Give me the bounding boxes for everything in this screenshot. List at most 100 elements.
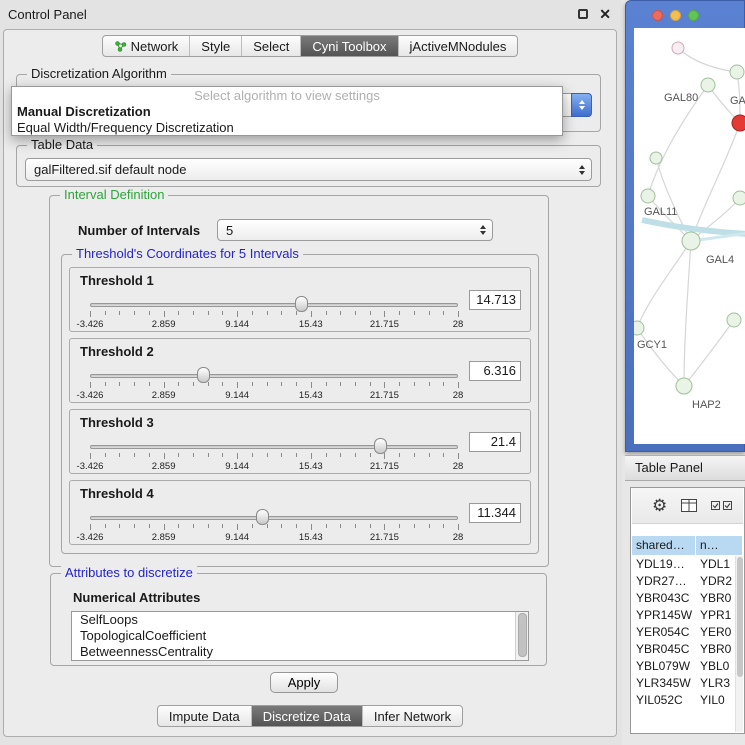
table-row[interactable]: YDL19…YDL1 (632, 556, 735, 573)
settings-gear-icon[interactable]: ⚙ (652, 496, 667, 516)
scrollbar-thumb[interactable] (518, 613, 527, 657)
list-item-topologicalcoefficient[interactable]: TopologicalCoefficient (72, 628, 528, 644)
list-item-selfloops[interactable]: SelfLoops (72, 612, 528, 628)
float-window-icon[interactable] (578, 9, 588, 19)
slider-thumb[interactable] (256, 509, 269, 525)
slider-tick (370, 382, 371, 386)
table-row[interactable]: YPR145WYPR1 (632, 607, 735, 624)
table-row[interactable]: YBL079WYBL0 (632, 658, 735, 675)
slider-scale-label: 15.43 (299, 532, 323, 543)
list-item-betweennesscentrality[interactable]: BetweennessCentrality (72, 644, 528, 660)
network-edge[interactable] (691, 123, 740, 241)
threshold-slider[interactable]: -3.4262.8599.14415.4321.71528 (90, 365, 458, 401)
table-data-select[interactable]: galFiltered.sif default node (25, 158, 592, 181)
network-edge[interactable] (678, 48, 737, 72)
tab-label: Select (253, 39, 289, 54)
table-cell: YDL19… (632, 556, 696, 573)
close-button[interactable] (652, 10, 663, 21)
slider-tick (370, 453, 371, 457)
number-of-intervals-select[interactable]: 5 (217, 219, 493, 241)
threshold-value-field[interactable]: 14.713 (469, 290, 521, 310)
network-node-selected-red[interactable] (732, 115, 745, 131)
threshold-value-field[interactable]: 6.316 (469, 361, 521, 381)
slider-thumb[interactable] (197, 367, 210, 383)
network-edge[interactable] (684, 320, 734, 386)
slider-tick (90, 311, 91, 317)
tab-label: Network (131, 39, 179, 54)
threshold-value-field[interactable]: 21.4 (469, 432, 521, 452)
network-node[interactable] (733, 191, 745, 205)
table-columns-icon[interactable] (681, 499, 697, 512)
minimize-button[interactable] (670, 10, 681, 21)
tab-select[interactable]: Select (241, 36, 300, 56)
column-header[interactable]: n… (696, 535, 743, 556)
table-row[interactable]: YER054CYER0 (632, 624, 735, 641)
scrollbar-thumb[interactable] (737, 557, 743, 677)
close-icon[interactable]: ✕ (599, 6, 611, 23)
zoom-button[interactable] (688, 10, 699, 21)
slider-tick (193, 311, 194, 315)
network-node[interactable] (727, 313, 741, 327)
dropdown-option-equal-width-frequency-discretization[interactable]: Equal Width/Frequency Discretization (12, 120, 562, 136)
network-edge[interactable] (684, 241, 691, 386)
slider-tick (134, 311, 135, 315)
table-cell: YDR27… (632, 573, 696, 590)
threshold-value-field[interactable]: 11.344 (469, 503, 521, 523)
network-graph: GAL80GAGAL11GAL4GCY1HAP2 (634, 28, 745, 444)
column-header[interactable]: shared… (632, 535, 696, 556)
table-row[interactable]: YIL052CYIL0 (632, 692, 735, 709)
slider-thumb[interactable] (295, 296, 308, 312)
slider-scale-label: 9.144 (225, 319, 249, 330)
tab-jactivemnodules[interactable]: jActiveMNodules (398, 36, 518, 56)
network-edge[interactable] (637, 241, 691, 328)
table-scrollbar[interactable] (735, 556, 743, 732)
network-edge[interactable] (637, 328, 684, 386)
node-label: GCY1 (637, 339, 667, 351)
dropdown-option-manual-discretization[interactable]: Manual Discretization (12, 104, 562, 120)
table-cell: YPR1 (696, 607, 735, 624)
slider-tick (429, 524, 430, 528)
slider-tick (414, 524, 415, 528)
slider-tick (326, 453, 327, 457)
network-node[interactable] (641, 189, 655, 203)
tab-discretize-data[interactable]: Discretize Data (251, 706, 362, 726)
tab-style[interactable]: Style (189, 36, 241, 56)
threshold-panel-2: Threshold 2-3.4262.8599.14415.4321.71528… (69, 338, 531, 403)
network-node[interactable] (672, 42, 684, 54)
network-node[interactable] (682, 232, 700, 250)
list-scrollbar[interactable] (515, 612, 528, 660)
threshold-slider[interactable]: -3.4262.8599.14415.4321.71528 (90, 436, 458, 472)
network-node[interactable] (701, 78, 715, 92)
slider-tick (443, 453, 444, 457)
slider-tick (355, 453, 356, 457)
slider-tick (458, 382, 459, 388)
network-canvas[interactable]: GAL80GAGAL11GAL4GCY1HAP2 (634, 28, 745, 444)
table-row[interactable]: YBR043CYBR0 (632, 590, 735, 607)
group-title-discretization-algorithm: Discretization Algorithm (27, 66, 171, 81)
tab-impute-data[interactable]: Impute Data (158, 706, 251, 726)
tab-cyni-toolbox[interactable]: Cyni Toolbox (300, 36, 397, 56)
numerical-attributes-label: Numerical Attributes (73, 590, 200, 605)
tab-infer-network[interactable]: Infer Network (362, 706, 462, 726)
slider-tick (252, 382, 253, 386)
show-columns-icon[interactable] (711, 501, 732, 510)
table-cell: YBR043C (632, 590, 696, 607)
network-node[interactable] (650, 152, 662, 164)
numerical-attributes-list[interactable]: SelfLoopsTopologicalCoefficientBetweenne… (71, 611, 529, 661)
slider-tick (267, 453, 268, 457)
network-node[interactable] (676, 378, 692, 394)
network-node[interactable] (730, 65, 744, 79)
table-header-row: shared…n… (632, 535, 743, 556)
table-row[interactable]: YDR27…YDR2 (632, 573, 735, 590)
apply-button[interactable]: Apply (270, 672, 338, 693)
slider-thumb[interactable] (374, 438, 387, 454)
table-row[interactable]: YLR345WYLR3 (632, 675, 735, 692)
threshold-slider[interactable]: -3.4262.8599.14415.4321.71528 (90, 294, 458, 330)
node-label: HAP2 (692, 399, 721, 411)
threshold-slider[interactable]: -3.4262.8599.14415.4321.71528 (90, 507, 458, 543)
network-node[interactable] (634, 321, 644, 335)
tab-network[interactable]: Network (103, 36, 190, 56)
interval-definition-group: Interval Definition Number of Intervals … (49, 195, 549, 567)
slider-tick (164, 311, 165, 317)
table-row[interactable]: YBR045CYBR0 (632, 641, 735, 658)
